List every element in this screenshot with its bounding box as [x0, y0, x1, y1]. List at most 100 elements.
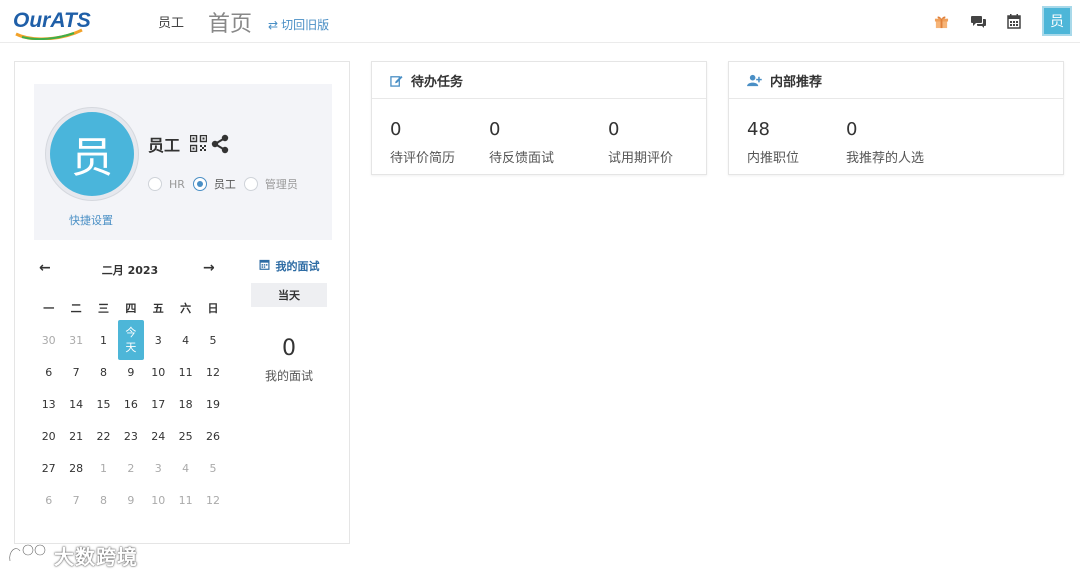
calendar-day[interactable]: 10 — [145, 494, 172, 507]
calendar-day[interactable]: 23 — [117, 430, 144, 443]
calendar-day[interactable]: 12 — [199, 494, 226, 507]
role-label-admin: 管理员 — [264, 178, 298, 191]
stat-value: 0 — [846, 119, 858, 140]
calendar-day[interactable]: 15 — [90, 398, 117, 411]
quick-settings-link[interactable]: 快捷设置 — [69, 212, 113, 228]
mini-calendar: ← 二月 2023 → 一二三四五六日 30 31 1 今天 3 4 5 6 7 8 9 10 11 12 1… — [35, 258, 229, 507]
chat-icon[interactable] — [970, 12, 988, 30]
today-filter-button[interactable]: 当天 — [251, 283, 327, 307]
calendar-weekday: 日 — [207, 302, 219, 315]
stat-value: 0 — [608, 119, 620, 140]
calendar-icon[interactable] — [1005, 12, 1023, 30]
stat-label: 待反馈面试 — [489, 151, 555, 166]
calendar-day[interactable]: 7 — [62, 366, 89, 379]
role-option-employee[interactable]: 员工 — [192, 176, 236, 192]
calendar-day[interactable]: 10 — [145, 366, 172, 379]
calendar-day[interactable]: 6 — [35, 494, 62, 507]
calendar-day[interactable]: 11 — [172, 366, 199, 379]
calendar-day[interactable]: 27 — [35, 462, 62, 475]
calendar-day[interactable]: 9 — [117, 494, 144, 507]
calendar-day[interactable]: 26 — [199, 430, 226, 443]
profile-panel: 员 员工 HR 员工 管理员 快捷设置 — [34, 84, 332, 240]
role-option-admin[interactable]: 管理员 — [243, 176, 298, 192]
calendar-small-icon — [259, 259, 270, 273]
referral-card-header: 内部推荐 — [729, 62, 1063, 99]
calendar-day[interactable]: 9 — [117, 366, 144, 379]
stat-my-referred-candidates[interactable]: 0 我推荐的人选 — [846, 119, 924, 166]
calendar-month-title: 二月 2023 — [101, 264, 159, 277]
calendar-day[interactable]: 13 — [35, 398, 62, 411]
share-icon[interactable] — [210, 134, 230, 154]
calendar-day[interactable]: 16 — [117, 398, 144, 411]
next-month-arrow-icon[interactable]: → — [203, 260, 215, 276]
todo-card-header: 待办任务 — [372, 62, 706, 99]
edit-icon — [390, 74, 403, 87]
calendar-day[interactable]: 8 — [90, 494, 117, 507]
calendar-weekday: 一 — [43, 302, 55, 315]
calendar-day[interactable]: 5 — [199, 462, 226, 475]
calendar-day[interactable]: 4 — [172, 462, 199, 475]
calendar-day[interactable]: 1 — [90, 334, 117, 347]
calendar-day[interactable]: 30 — [35, 334, 62, 347]
top-navbar: OurATS 员工 首页 ⇄ 切回旧版 员 — [0, 0, 1080, 43]
stat-pending-interview-feedback[interactable]: 0 待反馈面试 — [489, 119, 554, 166]
profile-name: 员工 — [148, 136, 181, 155]
calendar-day[interactable]: 8 — [90, 366, 117, 379]
gift-icon[interactable] — [932, 12, 950, 30]
stat-referral-positions[interactable]: 48 内推职位 — [747, 119, 799, 166]
stat-label: 待评价简历 — [390, 151, 456, 166]
calendar-day[interactable]: 11 — [172, 494, 199, 507]
qr-code-icon[interactable] — [189, 134, 208, 153]
calendar-week-row: 6 7 8 9 10 11 12 — [35, 356, 227, 388]
calendar-day[interactable]: 4 — [172, 334, 199, 347]
user-avatar-button[interactable]: 员 — [1042, 6, 1072, 36]
todo-card-title: 待办任务 — [411, 74, 464, 90]
profile-avatar: 员 — [46, 108, 138, 200]
calendar-day[interactable]: 14 — [62, 398, 89, 411]
referral-card-title: 内部推荐 — [770, 74, 823, 90]
stat-label: 内推职位 — [747, 151, 800, 166]
nav-home-title[interactable]: 首页 — [208, 6, 252, 38]
calendar-day[interactable]: 7 — [62, 494, 89, 507]
role-radio-employee[interactable] — [192, 177, 207, 191]
stat-probation-review[interactable]: 0 试用期评价 — [608, 119, 673, 166]
today-badge[interactable]: 今天 — [117, 320, 144, 360]
calendar-day[interactable]: 17 — [145, 398, 172, 411]
interview-panel: 我的面试 当天 0 我的面试 — [251, 258, 327, 384]
ourats-logo[interactable]: OurATS — [12, 4, 92, 40]
calendar-day[interactable]: 3 — [145, 462, 172, 475]
calendar-day[interactable]: 5 — [199, 334, 226, 347]
calendar-day[interactable]: 31 — [62, 334, 89, 347]
calendar-day[interactable]: 28 — [62, 462, 89, 475]
calendar-day[interactable]: 22 — [90, 430, 117, 443]
calendar-day[interactable]: 6 — [35, 366, 62, 379]
my-interviews-link-label: 我的面试 — [275, 260, 320, 273]
stat-label: 试用期评价 — [608, 151, 674, 166]
nav-user-role[interactable]: 员工 — [158, 12, 184, 31]
stat-pending-resume-review[interactable]: 0 待评价简历 — [390, 119, 455, 166]
calendar-day[interactable]: 18 — [172, 398, 199, 411]
calendar-week-row: 30 31 1 今天 3 4 5 — [35, 320, 227, 360]
referral-card: 内部推荐 48 内推职位 0 我推荐的人选 — [728, 61, 1064, 175]
calendar-day[interactable]: 2 — [117, 462, 144, 475]
calendar-day[interactable]: 20 — [35, 430, 62, 443]
calendar-day[interactable]: 24 — [145, 430, 172, 443]
calendar-today-cell[interactable]: 今天 — [117, 320, 144, 360]
calendar-day[interactable]: 25 — [172, 430, 199, 443]
calendar-weekday: 二 — [70, 302, 82, 315]
my-interviews-link[interactable]: 我的面试 — [251, 258, 327, 274]
calendar-header: ← 二月 2023 → — [35, 258, 229, 280]
stat-value: 0 — [489, 119, 501, 140]
calendar-day[interactable]: 3 — [145, 334, 172, 347]
switch-old-version-link[interactable]: ⇄ 切回旧版 — [268, 16, 329, 33]
stat-label: 我推荐的人选 — [846, 151, 925, 166]
calendar-day[interactable]: 19 — [199, 398, 226, 411]
role-radio-hr[interactable] — [148, 177, 162, 191]
interview-count: 0 — [282, 336, 296, 361]
role-radio-admin[interactable] — [243, 177, 258, 191]
calendar-day[interactable]: 12 — [199, 366, 226, 379]
calendar-weekday: 四 — [125, 302, 137, 315]
calendar-day[interactable]: 1 — [90, 462, 117, 475]
role-option-hr[interactable]: HR — [148, 177, 185, 191]
calendar-day[interactable]: 21 — [62, 430, 89, 443]
